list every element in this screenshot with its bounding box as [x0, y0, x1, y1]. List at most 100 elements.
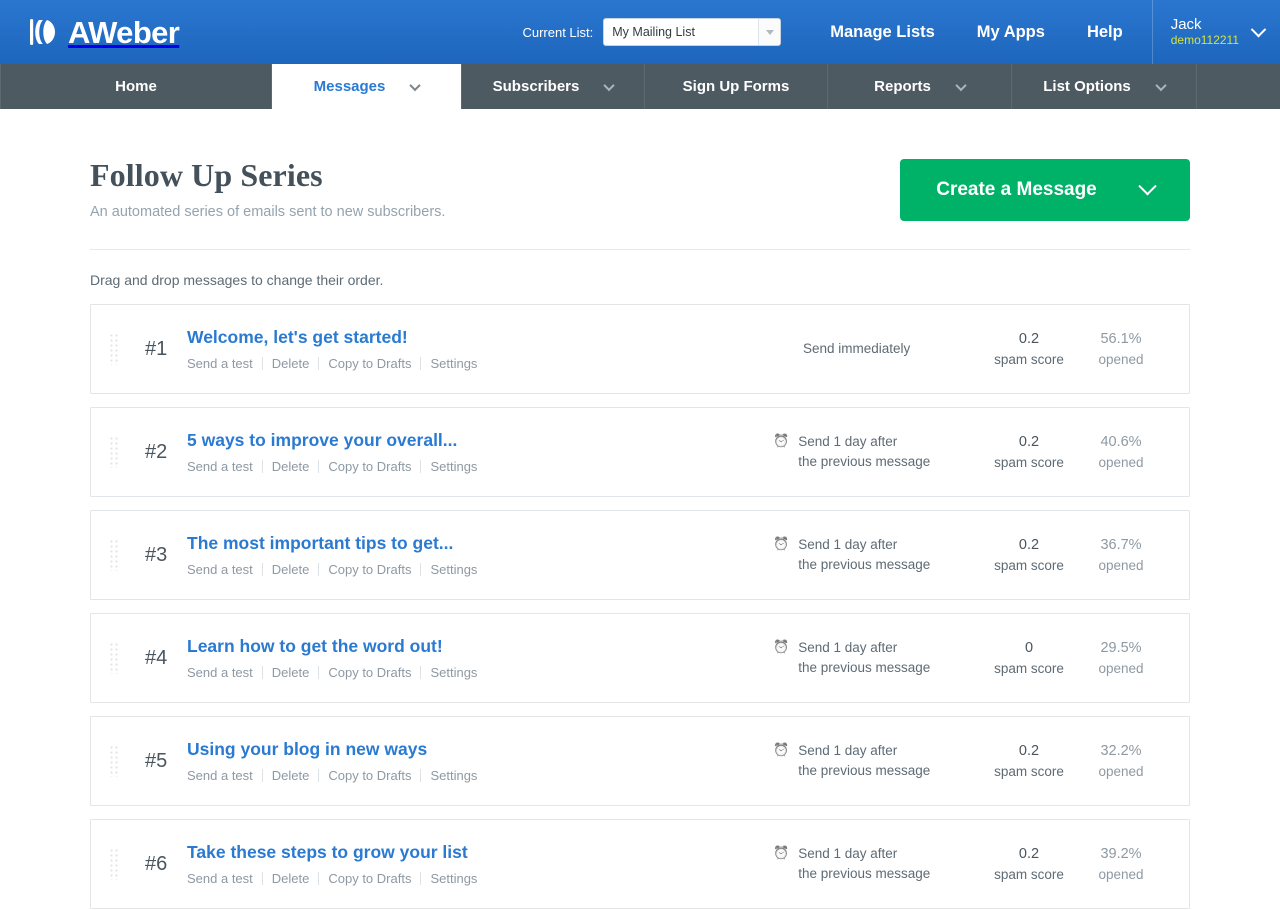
- settings-link[interactable]: Settings: [421, 768, 486, 783]
- settings-link[interactable]: Settings: [421, 665, 486, 680]
- user-name: Jack: [1170, 16, 1202, 34]
- message-actions: Send a test Delete Copy to Drafts Settings: [187, 871, 773, 886]
- drag-handle-icon[interactable]: [109, 333, 119, 365]
- message-actions: Send a test Delete Copy to Drafts Settings: [187, 665, 773, 680]
- spam-score-stat: 0.2 spam score: [983, 535, 1075, 575]
- send-a-test-link[interactable]: Send a test: [187, 871, 262, 886]
- page-header: Follow Up Series An automated series of …: [90, 109, 1190, 221]
- chevron-down-icon[interactable]: [409, 79, 422, 91]
- message-row: #5 Using your blog in new ways Send a test…: [90, 716, 1190, 806]
- drag-handle-icon[interactable]: [109, 848, 119, 880]
- chevron-down-icon: [1138, 176, 1157, 195]
- nav-item-subscribers[interactable]: Subscribers: [462, 64, 645, 109]
- send-a-test-link[interactable]: Send a test: [187, 665, 262, 680]
- settings-link[interactable]: Settings: [421, 871, 486, 886]
- delete-link[interactable]: Delete: [263, 562, 319, 577]
- manage-lists-link[interactable]: Manage Lists: [809, 23, 956, 42]
- nav-item-list-options[interactable]: List Options: [1012, 64, 1197, 109]
- copy-to-drafts-link[interactable]: Copy to Drafts: [319, 665, 420, 680]
- settings-link[interactable]: Settings: [421, 562, 486, 577]
- spam-score-stat: 0 spam score: [983, 638, 1075, 678]
- schedule-line-2: the previous message: [798, 866, 931, 881]
- nav-item-reports[interactable]: Reports: [828, 64, 1012, 109]
- spam-score-stat: 0.2 spam score: [983, 844, 1075, 884]
- spam-score-stat: 0.2 spam score: [983, 432, 1075, 472]
- spam-score-label: spam score: [994, 660, 1064, 676]
- delete-link[interactable]: Delete: [263, 665, 319, 680]
- create-a-message-button[interactable]: Create a Message: [900, 159, 1190, 221]
- nav-item-label: List Options: [1043, 78, 1131, 95]
- settings-link[interactable]: Settings: [421, 459, 486, 474]
- user-menu[interactable]: Jack demo112211: [1151, 0, 1280, 64]
- schedule-line-2: the previous message: [798, 557, 931, 572]
- follow-up-message-list: #1 Welcome, let's get started! Send a test…: [90, 304, 1190, 909]
- chevron-down-icon[interactable]: [603, 79, 616, 91]
- current-list-value: My Mailing List: [612, 25, 695, 39]
- copy-to-drafts-link[interactable]: Copy to Drafts: [319, 768, 420, 783]
- user-handle: demo112211: [1170, 32, 1239, 47]
- aweber-logo[interactable]: AWeber: [28, 12, 180, 52]
- message-title-link[interactable]: Welcome, let's get started!: [187, 327, 408, 348]
- alarm-clock-icon: ⏰: [773, 433, 790, 449]
- message-number: #1: [145, 337, 168, 360]
- chevron-down-icon[interactable]: [758, 19, 781, 45]
- current-list-select[interactable]: My Mailing List: [603, 18, 782, 46]
- drag-handle-icon[interactable]: [109, 642, 119, 674]
- opened-rate-label: opened: [1098, 763, 1144, 779]
- spam-score-label: spam score: [994, 557, 1064, 573]
- delete-link[interactable]: Delete: [263, 459, 319, 474]
- delete-link[interactable]: Delete: [263, 356, 319, 371]
- opened-rate-value: 29.5%: [1100, 640, 1142, 657]
- drag-and-drop-hint: Drag and drop messages to change their o…: [90, 272, 384, 288]
- message-schedule: ⏰ Send 1 day after the previous message: [773, 432, 983, 471]
- settings-link[interactable]: Settings: [421, 356, 486, 371]
- delete-link[interactable]: Delete: [263, 768, 319, 783]
- send-a-test-link[interactable]: Send a test: [187, 459, 262, 474]
- chevron-down-icon[interactable]: [955, 79, 967, 91]
- opened-rate-label: opened: [1098, 866, 1144, 882]
- help-link[interactable]: Help: [1066, 23, 1144, 42]
- nav-item-label: Subscribers: [492, 78, 580, 95]
- send-a-test-link[interactable]: Send a test: [187, 356, 262, 371]
- chevron-down-icon: [1250, 21, 1267, 37]
- message-schedule-text: Send 1 day after the previous message: [798, 741, 930, 780]
- opened-rate-label: opened: [1098, 454, 1144, 470]
- spam-score-value: 0.2: [1018, 434, 1040, 451]
- nav-item-sign-up-forms[interactable]: Sign Up Forms: [645, 64, 828, 109]
- send-a-test-link[interactable]: Send a test: [187, 768, 262, 783]
- nav-item-messages[interactable]: Messages: [272, 64, 462, 109]
- page-subtitle: An automated series of emails sent to ne…: [90, 203, 446, 220]
- copy-to-drafts-link[interactable]: Copy to Drafts: [319, 562, 420, 577]
- copy-to-drafts-link[interactable]: Copy to Drafts: [319, 459, 420, 474]
- message-schedule: ⏰ Send 1 day after the previous message: [773, 638, 983, 677]
- message-title-link[interactable]: Learn how to get the word out!: [187, 636, 443, 657]
- message-title-link[interactable]: The most important tips to get...: [187, 533, 453, 554]
- drag-handle-icon[interactable]: [109, 436, 119, 468]
- schedule-line-1: Send 1 day after: [798, 743, 898, 759]
- drag-handle-icon[interactable]: [109, 745, 119, 777]
- message-row: #3 The most important tips to get... Send …: [90, 510, 1190, 600]
- nav-item-home[interactable]: Home: [0, 64, 272, 109]
- opened-rate-stat: 40.6% opened: [1075, 432, 1167, 472]
- message-title-link[interactable]: 5 ways to improve your overall...: [187, 430, 457, 451]
- my-apps-link[interactable]: My Apps: [956, 23, 1066, 42]
- drag-handle-icon[interactable]: [109, 539, 119, 571]
- schedule-line-2: the previous message: [798, 660, 931, 675]
- spam-score-label: spam score: [994, 351, 1064, 367]
- alarm-clock-icon: ⏰: [773, 742, 790, 758]
- delete-link[interactable]: Delete: [263, 871, 319, 886]
- message-actions: Send a test Delete Copy to Drafts Settings: [187, 459, 773, 474]
- schedule-line-1: Send immediately: [803, 341, 911, 357]
- opened-rate-value: 32.2%: [1100, 743, 1142, 760]
- message-title-link[interactable]: Take these steps to grow your list: [187, 842, 468, 863]
- copy-to-drafts-link[interactable]: Copy to Drafts: [319, 871, 420, 886]
- send-a-test-link[interactable]: Send a test: [187, 562, 262, 577]
- chevron-down-icon[interactable]: [1155, 79, 1167, 91]
- message-main: Welcome, let's get started! Send a test De…: [187, 327, 773, 371]
- spam-score-stat: 0.2 spam score: [983, 741, 1075, 781]
- spam-score-value: 0.2: [1018, 743, 1040, 760]
- message-title-link[interactable]: Using your blog in new ways: [187, 739, 427, 760]
- spam-score-label: spam score: [994, 454, 1064, 470]
- message-actions: Send a test Delete Copy to Drafts Settings: [187, 356, 773, 371]
- copy-to-drafts-link[interactable]: Copy to Drafts: [319, 356, 420, 371]
